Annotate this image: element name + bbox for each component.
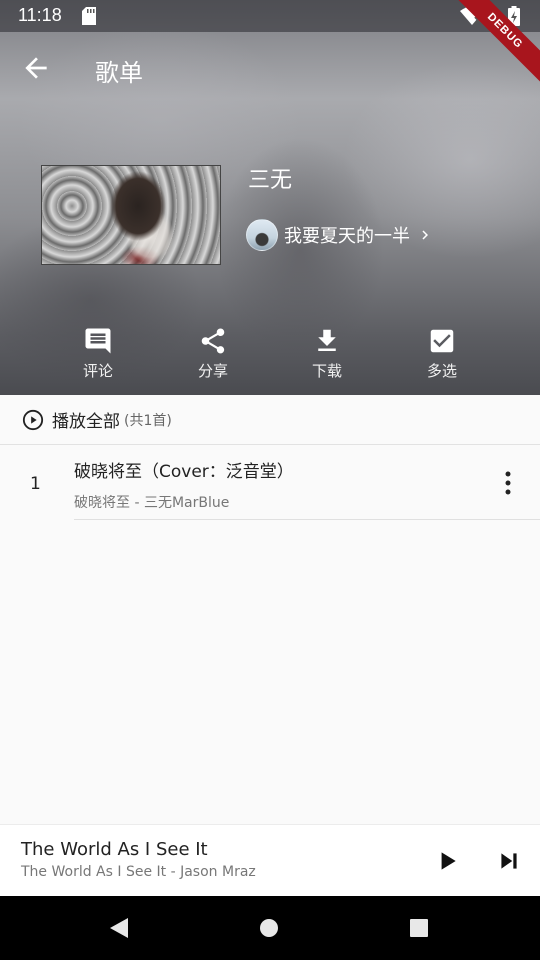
play-all-label: 播放全部	[52, 412, 120, 432]
status-bar: 11:18	[0, 0, 540, 32]
playlist-name: 三无	[248, 168, 293, 193]
play-icon	[441, 852, 456, 870]
comment-icon	[85, 328, 111, 354]
more-vert-icon	[505, 471, 511, 495]
download-label: 下载	[311, 362, 342, 380]
playlist-cover-image[interactable]	[41, 165, 221, 265]
nav-home-icon[interactable]	[259, 918, 279, 938]
list-item[interactable]: 1 破晓将至（Cover：泛音堂） 破晓将至 - 三无MarBlue	[0, 446, 540, 520]
skip-next-icon	[501, 853, 517, 869]
sd-card-icon	[82, 7, 96, 29]
navigation-bar	[0, 896, 540, 960]
more-options-button[interactable]	[496, 470, 520, 496]
comment-label: 评论	[82, 362, 113, 380]
play-circle-icon	[22, 409, 44, 430]
chevron-right-icon	[422, 230, 428, 240]
app-bar: 歌单	[0, 32, 540, 104]
play-all-button[interactable]: 播放全部 (共1首)	[0, 395, 540, 445]
download-icon	[318, 329, 336, 351]
multi-select-button[interactable]: 多选	[402, 326, 482, 386]
mini-player[interactable]: The World As I See It The World As I See…	[0, 824, 540, 896]
back-button[interactable]	[20, 52, 52, 84]
comment-button[interactable]: 评论	[58, 326, 138, 386]
song-count: (共1首)	[124, 412, 172, 429]
song-subtitle: 破晓将至 - 三无MarBlue	[74, 495, 230, 511]
next-button[interactable]	[496, 848, 522, 874]
divider	[74, 519, 540, 520]
share-button[interactable]: 分享	[173, 326, 253, 386]
arrow-back-icon	[25, 57, 47, 79]
checkbox-icon	[430, 329, 454, 353]
song-title: 破晓将至（Cover：泛音堂）	[74, 462, 294, 482]
creator-link[interactable]: 我要夏天的一半	[246, 218, 434, 252]
song-index: 1	[30, 474, 41, 494]
nav-recents-icon[interactable]	[409, 918, 429, 938]
creator-name: 我要夏天的一半	[284, 226, 410, 247]
multi-select-label: 多选	[426, 362, 457, 380]
avatar	[246, 219, 278, 251]
nav-back-icon[interactable]	[108, 916, 130, 940]
page-title: 歌单	[95, 59, 143, 87]
now-playing-title: The World As I See It	[21, 839, 208, 860]
share-label: 分享	[197, 362, 228, 380]
status-time: 11:18	[18, 5, 62, 25]
playlist-actions: 评论 分享 下载 多选	[0, 326, 540, 386]
now-playing-subtitle: The World As I See It - Jason Mraz	[21, 864, 256, 880]
download-button[interactable]: 下载	[287, 326, 367, 386]
share-icon	[201, 328, 225, 354]
play-button[interactable]	[434, 848, 460, 874]
